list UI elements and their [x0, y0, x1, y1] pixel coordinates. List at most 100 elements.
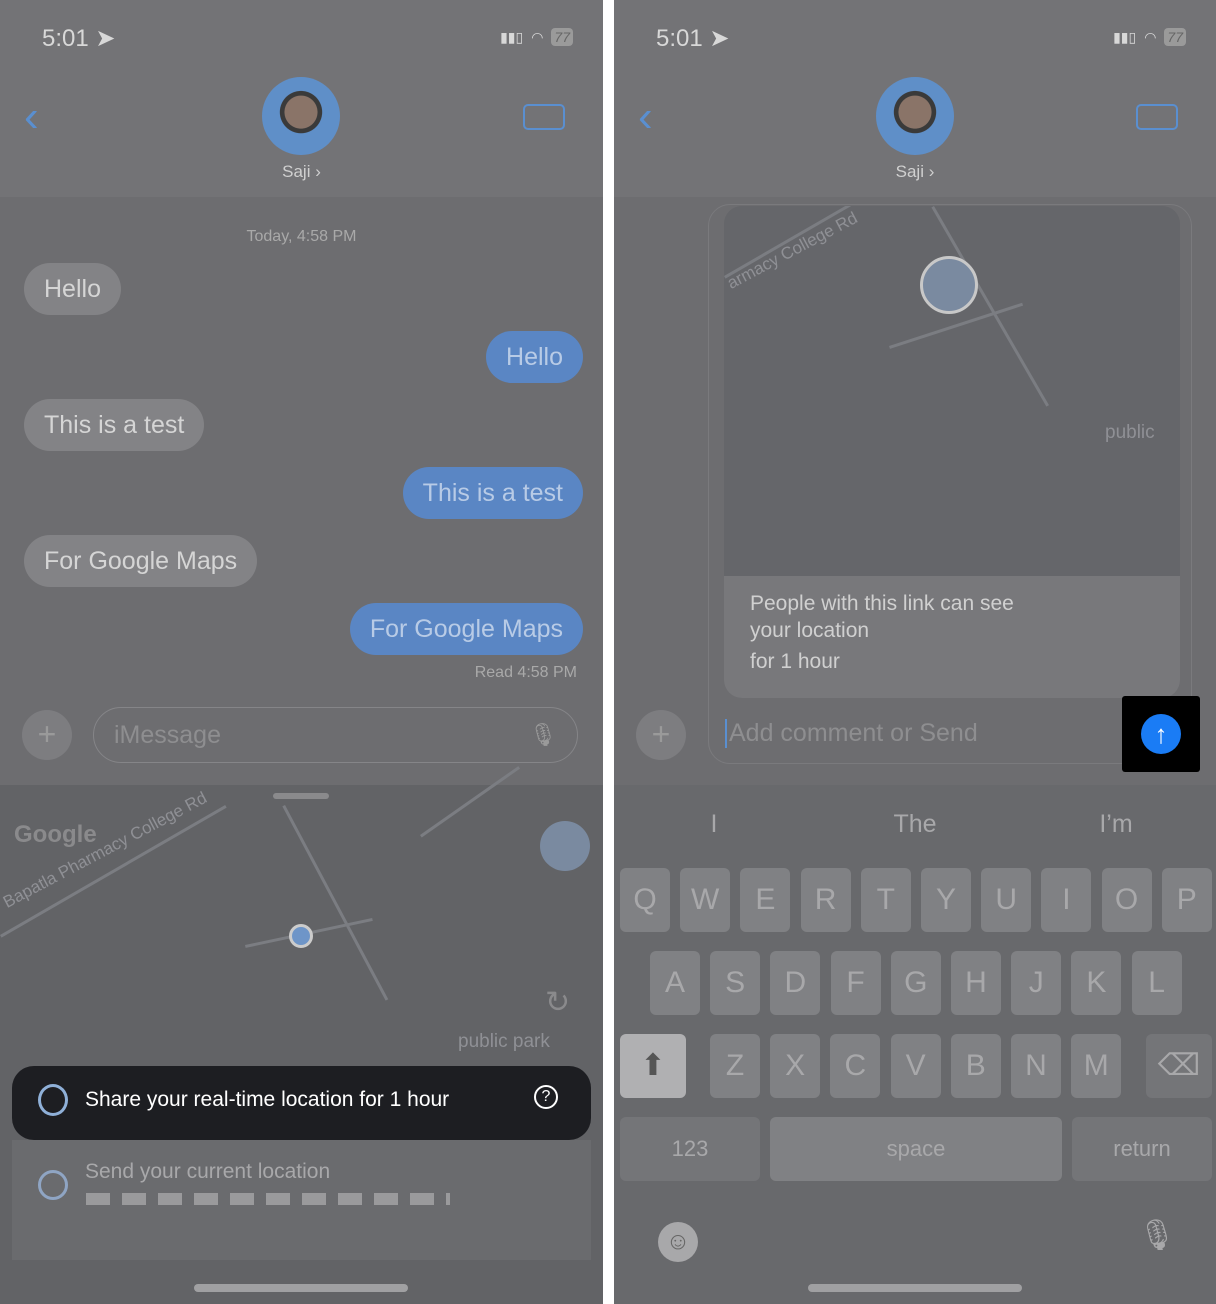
video-call-icon[interactable]	[523, 104, 565, 130]
signal-icon: ▮▮▯	[1113, 28, 1137, 45]
share-realtime-label: Share your real-time location for 1 hour	[85, 1088, 450, 1111]
key-o[interactable]: O	[1101, 868, 1152, 932]
key-p[interactable]: P	[1161, 868, 1212, 932]
send-button[interactable]: ↑	[1141, 714, 1181, 754]
key-k[interactable]: K	[1071, 951, 1122, 1015]
home-indicator	[808, 1284, 1022, 1292]
key-b[interactable]: B	[950, 1034, 1001, 1098]
key-z[interactable]: Z	[710, 1034, 760, 1098]
key-i[interactable]: I	[1041, 868, 1092, 932]
card-footer: People with this link can see your locat…	[724, 576, 1180, 698]
key-l[interactable]: L	[1131, 951, 1182, 1015]
contact-map-pin	[920, 256, 978, 314]
avatar[interactable]	[262, 77, 340, 155]
suggestion[interactable]: The	[815, 810, 1015, 839]
incoming-message[interactable]: This is a test	[24, 399, 205, 451]
key-e[interactable]: E	[740, 868, 791, 932]
outgoing-message[interactable]: For Google Maps	[349, 603, 583, 655]
incoming-message[interactable]: Hello	[24, 263, 121, 315]
status-icons: ▮▮▯ ◠ 77	[1113, 28, 1186, 46]
location-arrow-icon: ➤	[709, 25, 730, 52]
timestamp: Today, 4:58 PM	[246, 228, 357, 245]
key-u[interactable]: U	[981, 868, 1032, 932]
signal-icon: ▮▮▯	[500, 28, 524, 45]
key-f[interactable]: F	[830, 951, 881, 1015]
return-key[interactable]: return	[1072, 1117, 1212, 1181]
road-label: Bapatla Pharmacy College Rd	[0, 788, 210, 912]
read-receipt: Read 4:58 PM	[474, 664, 577, 681]
status-time: 5:01 ➤	[656, 24, 730, 53]
card-duration: for 1 hour	[750, 650, 840, 673]
microphone-icon[interactable]: 🎙	[529, 722, 557, 748]
share-realtime-option[interactable]: Share your real-time location for 1 hour…	[12, 1066, 591, 1140]
key-m[interactable]: M	[1071, 1034, 1122, 1098]
key-h[interactable]: H	[951, 951, 1001, 1015]
key-a[interactable]: A	[650, 951, 700, 1015]
battery-icon: 77	[1164, 28, 1186, 46]
address-redacted	[86, 1193, 450, 1205]
key-v[interactable]: V	[890, 1034, 941, 1098]
contact-name[interactable]: Saji ›	[614, 162, 1216, 182]
comment-input[interactable]: Add comment or Send	[725, 719, 978, 748]
suggestion[interactable]: I	[614, 810, 814, 839]
key-s[interactable]: S	[710, 951, 761, 1015]
back-button[interactable]: ‹	[638, 92, 653, 142]
status-time: 5:01 ➤	[42, 24, 116, 53]
park-label: public park	[458, 1031, 550, 1052]
key-c[interactable]: C	[830, 1034, 881, 1098]
contact-map-pin[interactable]	[540, 821, 590, 871]
key-x[interactable]: X	[770, 1034, 821, 1098]
home-indicator	[194, 1284, 408, 1292]
send-current-option[interactable]: Send your current location	[12, 1140, 591, 1260]
card-text: People with this link can see your locat…	[750, 592, 1014, 642]
wifi-icon: ◠	[531, 28, 544, 45]
send-highlight: ↑	[1122, 696, 1200, 772]
emoji-icon[interactable]: ☺	[658, 1222, 698, 1262]
space-key[interactable]: space	[770, 1117, 1062, 1181]
plus-button[interactable]: +	[22, 710, 72, 760]
key-j[interactable]: J	[1011, 951, 1062, 1015]
key-q[interactable]: Q	[620, 868, 670, 932]
incoming-message[interactable]: For Google Maps	[24, 535, 258, 587]
key-n[interactable]: N	[1011, 1034, 1061, 1098]
delete-key[interactable]: ⌫	[1146, 1034, 1212, 1098]
wifi-icon: ◠	[1144, 28, 1157, 45]
numbers-key[interactable]: 123	[620, 1117, 760, 1181]
time: 5:01	[656, 25, 703, 52]
help-icon[interactable]: ?	[534, 1085, 558, 1109]
battery-icon: 77	[551, 28, 573, 46]
google-logo: Google	[14, 821, 97, 848]
time: 5:01	[42, 25, 89, 52]
key-g[interactable]: G	[890, 951, 941, 1015]
card-map: armacy College Rd public	[724, 206, 1180, 576]
key-y[interactable]: Y	[921, 868, 971, 932]
video-call-icon[interactable]	[1136, 104, 1178, 130]
key-w[interactable]: W	[680, 868, 731, 932]
stopwatch-icon	[38, 1084, 68, 1116]
suggestion[interactable]: I’m	[1016, 810, 1216, 839]
refresh-icon[interactable]: ↻	[545, 985, 570, 1020]
dictation-microphone-icon[interactable]: 🎙	[1138, 1218, 1176, 1253]
plus-button[interactable]: +	[636, 710, 686, 760]
location-arrow-icon: ➤	[95, 25, 116, 52]
contact-name[interactable]: Saji ›	[0, 162, 603, 182]
road-label: armacy College Rd	[724, 208, 861, 293]
outgoing-message[interactable]: This is a test	[402, 467, 583, 519]
shift-key[interactable]: ⬆	[620, 1034, 686, 1098]
imessage-input[interactable]: iMessage	[93, 707, 578, 763]
avatar[interactable]	[876, 77, 954, 155]
right-screen: 5:01 ➤ ▮▮▯ ◠ 77 ‹ Saji › armacy College Rd…	[614, 0, 1216, 1304]
left-screen: 5:01 ➤ ▮▮▯ ◠ 77 ‹ Saji › Today, 4:58 PM He…	[0, 0, 603, 1304]
current-location-dot	[289, 924, 313, 948]
drag-handle[interactable]	[273, 793, 329, 799]
key-d[interactable]: D	[770, 951, 821, 1015]
outgoing-message[interactable]: Hello	[486, 331, 583, 383]
key-t[interactable]: T	[860, 868, 911, 932]
location-link-card[interactable]: armacy College Rd public People with thi…	[724, 206, 1180, 698]
back-button[interactable]: ‹	[24, 92, 39, 142]
key-r[interactable]: R	[800, 868, 851, 932]
park-label: public	[1105, 422, 1155, 443]
status-icons: ▮▮▯ ◠ 77	[500, 28, 573, 46]
send-current-label: Send your current location	[85, 1160, 331, 1183]
target-icon	[38, 1170, 68, 1200]
